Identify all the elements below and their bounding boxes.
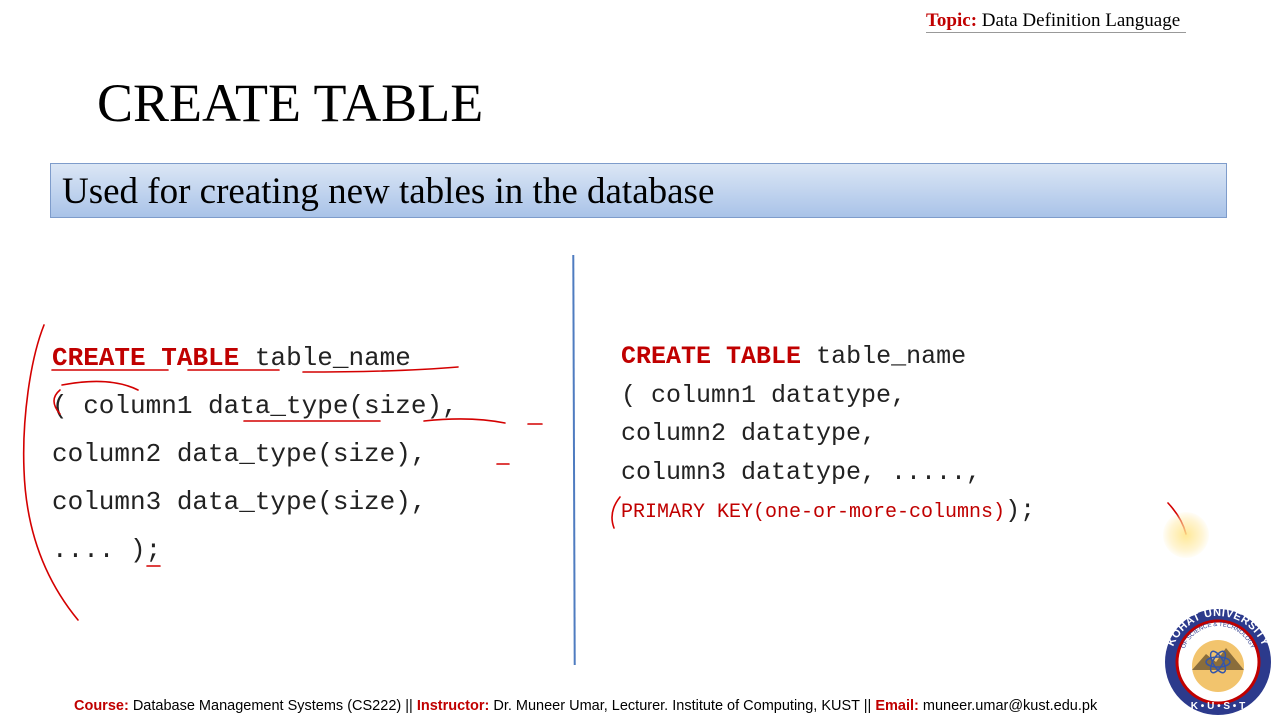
email-value: muneer.umar@kust.edu.pk (922, 698, 1098, 714)
email-label: Email: (875, 698, 919, 714)
footer: Course: Database Management Systems (CS2… (74, 698, 1097, 714)
left-table-name: table_name (254, 343, 411, 373)
right-code-end: ); (1005, 496, 1036, 525)
left-kw-table: TABLE (161, 343, 240, 373)
right-code-line-3: column2 datatype, (621, 419, 877, 448)
left-code-line-2: ( column1 data_type(size), (52, 391, 458, 421)
topic-value: Data Definition Language (981, 10, 1181, 31)
left-code-line-1: CREATE TABLE table_name (52, 334, 458, 382)
left-code-line-4: column3 data_type(size), (52, 487, 427, 517)
definition-banner: Used for creating new tables in the data… (50, 163, 1227, 218)
paren-pk (611, 496, 621, 529)
instructor-value: Dr. Muneer Umar, Lecturer. Institute of … (493, 698, 872, 714)
right-kw-table: TABLE (726, 342, 802, 371)
university-logo-icon: KOHAT UNIVERSITY OF SCIENCE & TECHNOLOGY… (1165, 607, 1271, 715)
topic-header: Topic: Data Definition Language (926, 10, 1187, 33)
course-label: Course: (74, 698, 129, 714)
left-code-line-5: .... ); (52, 535, 162, 565)
instructor-label: Instructor: (416, 698, 490, 714)
left-code-block: CREATE TABLE table_name ( column1 data_ty… (52, 334, 458, 574)
right-code-line-2: ( column1 datatype, (621, 380, 907, 410)
pointer-highlight (1163, 512, 1209, 558)
column-divider (572, 254, 576, 666)
primary-key-clause: PRIMARY KEY(one-or-more-columns) (621, 501, 1006, 524)
right-code-line-1: CREATE TABLE table_name (621, 338, 1035, 377)
right-code-block: CREATE TABLE table_name( column1 datatyp… (621, 338, 1035, 533)
slide-title: CREATE TABLE (97, 73, 484, 133)
left-code-line-3: column2 data_type(size), (52, 439, 427, 469)
svg-text:K • U • S • T: K • U • S • T (1191, 701, 1245, 712)
left-kw-create: CREATE (52, 343, 146, 373)
course-value: Database Management Systems (CS222) || (132, 698, 413, 714)
right-code-line-4: column3 datatype, ....., (621, 457, 982, 487)
right-code-line-5: PRIMARY KEY(one-or-more-columns)); (621, 492, 1035, 533)
topic-label: Topic: (926, 10, 978, 31)
right-kw-create: CREATE (621, 342, 712, 371)
banner-text: Used for creating new tables in the data… (62, 171, 715, 212)
right-table-name: table_name (816, 342, 967, 371)
